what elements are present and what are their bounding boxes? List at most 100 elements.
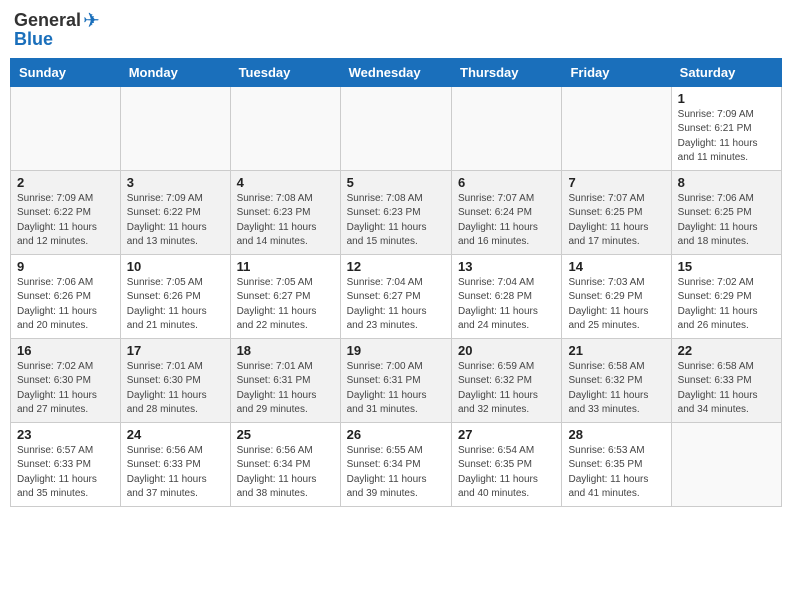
weekday-header-friday: Friday	[562, 58, 671, 86]
calendar-day: 24 Sunrise: 6:56 AM Sunset: 6:33 PM Dayli…	[120, 422, 230, 506]
day-number: 13	[458, 259, 555, 274]
calendar-day	[452, 86, 562, 170]
day-number: 18	[237, 343, 334, 358]
calendar-day: 23 Sunrise: 6:57 AM Sunset: 6:33 PM Dayli…	[11, 422, 121, 506]
day-number: 14	[568, 259, 664, 274]
day-number: 11	[237, 259, 334, 274]
calendar-day: 16 Sunrise: 7:02 AM Sunset: 6:30 PM Dayli…	[11, 338, 121, 422]
logo-blue: Blue	[14, 30, 100, 50]
day-info: Sunrise: 7:02 AM Sunset: 6:30 PM Dayligh…	[17, 360, 114, 418]
day-info: Sunrise: 7:00 AM Sunset: 6:31 PM Dayligh…	[347, 360, 445, 418]
calendar-day: 22 Sunrise: 6:58 AM Sunset: 6:33 PM Dayli…	[671, 338, 781, 422]
day-number: 9	[17, 259, 114, 274]
calendar-day	[671, 422, 781, 506]
day-info: Sunrise: 7:09 AM Sunset: 6:22 PM Dayligh…	[127, 192, 224, 250]
day-number: 26	[347, 427, 445, 442]
day-number: 28	[568, 427, 664, 442]
day-number: 2	[17, 175, 114, 190]
day-number: 23	[17, 427, 114, 442]
calendar-week-2: 9 Sunrise: 7:06 AM Sunset: 6:26 PM Daylig…	[11, 254, 782, 338]
day-info: Sunrise: 7:07 AM Sunset: 6:25 PM Dayligh…	[568, 192, 664, 250]
weekday-header-monday: Monday	[120, 58, 230, 86]
day-info: Sunrise: 6:56 AM Sunset: 6:34 PM Dayligh…	[237, 444, 334, 502]
calendar-day	[120, 86, 230, 170]
day-info: Sunrise: 7:09 AM Sunset: 6:21 PM Dayligh…	[678, 108, 775, 166]
day-number: 10	[127, 259, 224, 274]
day-number: 19	[347, 343, 445, 358]
day-info: Sunrise: 7:06 AM Sunset: 6:26 PM Dayligh…	[17, 276, 114, 334]
calendar-day: 2Sunrise: 7:09 AM Sunset: 6:22 PM Daylig…	[11, 170, 121, 254]
calendar-table: SundayMondayTuesdayWednesdayThursdayFrid…	[10, 58, 782, 507]
page-header: General ✈ Blue	[10, 10, 782, 50]
calendar-day: 20 Sunrise: 6:59 AM Sunset: 6:32 PM Dayli…	[452, 338, 562, 422]
day-info: Sunrise: 7:07 AM Sunset: 6:24 PM Dayligh…	[458, 192, 555, 250]
day-info: Sunrise: 6:58 AM Sunset: 6:32 PM Dayligh…	[568, 360, 664, 418]
logo-general: General	[14, 11, 81, 31]
day-number: 8	[678, 175, 775, 190]
calendar-day: 6 Sunrise: 7:07 AM Sunset: 6:24 PM Daylig…	[452, 170, 562, 254]
calendar-day	[340, 86, 451, 170]
day-number: 5	[347, 175, 445, 190]
weekday-header-tuesday: Tuesday	[230, 58, 340, 86]
calendar-day: 4 Sunrise: 7:08 AM Sunset: 6:23 PM Daylig…	[230, 170, 340, 254]
calendar-day: 25Sunrise: 6:56 AM Sunset: 6:34 PM Dayli…	[230, 422, 340, 506]
calendar-day: 18 Sunrise: 7:01 AM Sunset: 6:31 PM Dayli…	[230, 338, 340, 422]
day-info: Sunrise: 7:01 AM Sunset: 6:31 PM Dayligh…	[237, 360, 334, 418]
calendar-day: 9 Sunrise: 7:06 AM Sunset: 6:26 PM Daylig…	[11, 254, 121, 338]
calendar-day: 3 Sunrise: 7:09 AM Sunset: 6:22 PM Daylig…	[120, 170, 230, 254]
day-info: Sunrise: 7:04 AM Sunset: 6:27 PM Dayligh…	[347, 276, 445, 334]
weekday-header-wednesday: Wednesday	[340, 58, 451, 86]
day-info: Sunrise: 7:02 AM Sunset: 6:29 PM Dayligh…	[678, 276, 775, 334]
calendar-day: 17Sunrise: 7:01 AM Sunset: 6:30 PM Dayli…	[120, 338, 230, 422]
calendar-day: 15Sunrise: 7:02 AM Sunset: 6:29 PM Dayli…	[671, 254, 781, 338]
day-number: 4	[237, 175, 334, 190]
calendar-day: 27Sunrise: 6:54 AM Sunset: 6:35 PM Dayli…	[452, 422, 562, 506]
calendar-day: 26 Sunrise: 6:55 AM Sunset: 6:34 PM Dayli…	[340, 422, 451, 506]
day-info: Sunrise: 6:55 AM Sunset: 6:34 PM Dayligh…	[347, 444, 445, 502]
day-info: Sunrise: 6:56 AM Sunset: 6:33 PM Dayligh…	[127, 444, 224, 502]
calendar-day: 14 Sunrise: 7:03 AM Sunset: 6:29 PM Dayli…	[562, 254, 671, 338]
weekday-header-saturday: Saturday	[671, 58, 781, 86]
calendar-week-4: 23 Sunrise: 6:57 AM Sunset: 6:33 PM Dayli…	[11, 422, 782, 506]
calendar-day: 11 Sunrise: 7:05 AM Sunset: 6:27 PM Dayli…	[230, 254, 340, 338]
calendar-day: 7 Sunrise: 7:07 AM Sunset: 6:25 PM Daylig…	[562, 170, 671, 254]
day-number: 7	[568, 175, 664, 190]
day-number: 17	[127, 343, 224, 358]
calendar-day: 8 Sunrise: 7:06 AM Sunset: 6:25 PM Daylig…	[671, 170, 781, 254]
day-number: 21	[568, 343, 664, 358]
day-info: Sunrise: 7:05 AM Sunset: 6:27 PM Dayligh…	[237, 276, 334, 334]
day-info: Sunrise: 7:04 AM Sunset: 6:28 PM Dayligh…	[458, 276, 555, 334]
day-info: Sunrise: 7:06 AM Sunset: 6:25 PM Dayligh…	[678, 192, 775, 250]
day-info: Sunrise: 7:05 AM Sunset: 6:26 PM Dayligh…	[127, 276, 224, 334]
calendar-day: 28 Sunrise: 6:53 AM Sunset: 6:35 PM Dayli…	[562, 422, 671, 506]
day-number: 24	[127, 427, 224, 442]
day-number: 27	[458, 427, 555, 442]
day-info: Sunrise: 6:57 AM Sunset: 6:33 PM Dayligh…	[17, 444, 114, 502]
day-number: 22	[678, 343, 775, 358]
calendar-day: 12Sunrise: 7:04 AM Sunset: 6:27 PM Dayli…	[340, 254, 451, 338]
calendar-day: 19 Sunrise: 7:00 AM Sunset: 6:31 PM Dayli…	[340, 338, 451, 422]
day-info: Sunrise: 6:59 AM Sunset: 6:32 PM Dayligh…	[458, 360, 555, 418]
day-number: 20	[458, 343, 555, 358]
calendar-body: 1Sunrise: 7:09 AM Sunset: 6:21 PM Daylig…	[11, 86, 782, 506]
day-info: Sunrise: 7:03 AM Sunset: 6:29 PM Dayligh…	[568, 276, 664, 334]
day-number: 16	[17, 343, 114, 358]
day-number: 6	[458, 175, 555, 190]
weekday-header-thursday: Thursday	[452, 58, 562, 86]
day-info: Sunrise: 7:08 AM Sunset: 6:23 PM Dayligh…	[237, 192, 334, 250]
calendar-day	[230, 86, 340, 170]
day-info: Sunrise: 6:53 AM Sunset: 6:35 PM Dayligh…	[568, 444, 664, 502]
day-info: Sunrise: 7:08 AM Sunset: 6:23 PM Dayligh…	[347, 192, 445, 250]
calendar-day: 1Sunrise: 7:09 AM Sunset: 6:21 PM Daylig…	[671, 86, 781, 170]
calendar-day: 5 Sunrise: 7:08 AM Sunset: 6:23 PM Daylig…	[340, 170, 451, 254]
logo-bird-icon: ✈	[83, 10, 100, 32]
day-info: Sunrise: 6:58 AM Sunset: 6:33 PM Dayligh…	[678, 360, 775, 418]
calendar-header-row: SundayMondayTuesdayWednesdayThursdayFrid…	[11, 58, 782, 86]
weekday-header-sunday: Sunday	[11, 58, 121, 86]
calendar-day	[562, 86, 671, 170]
calendar-week-0: 1Sunrise: 7:09 AM Sunset: 6:21 PM Daylig…	[11, 86, 782, 170]
calendar-week-3: 16 Sunrise: 7:02 AM Sunset: 6:30 PM Dayli…	[11, 338, 782, 422]
day-number: 3	[127, 175, 224, 190]
calendar-day: 13 Sunrise: 7:04 AM Sunset: 6:28 PM Dayli…	[452, 254, 562, 338]
logo: General ✈ Blue	[14, 10, 100, 50]
